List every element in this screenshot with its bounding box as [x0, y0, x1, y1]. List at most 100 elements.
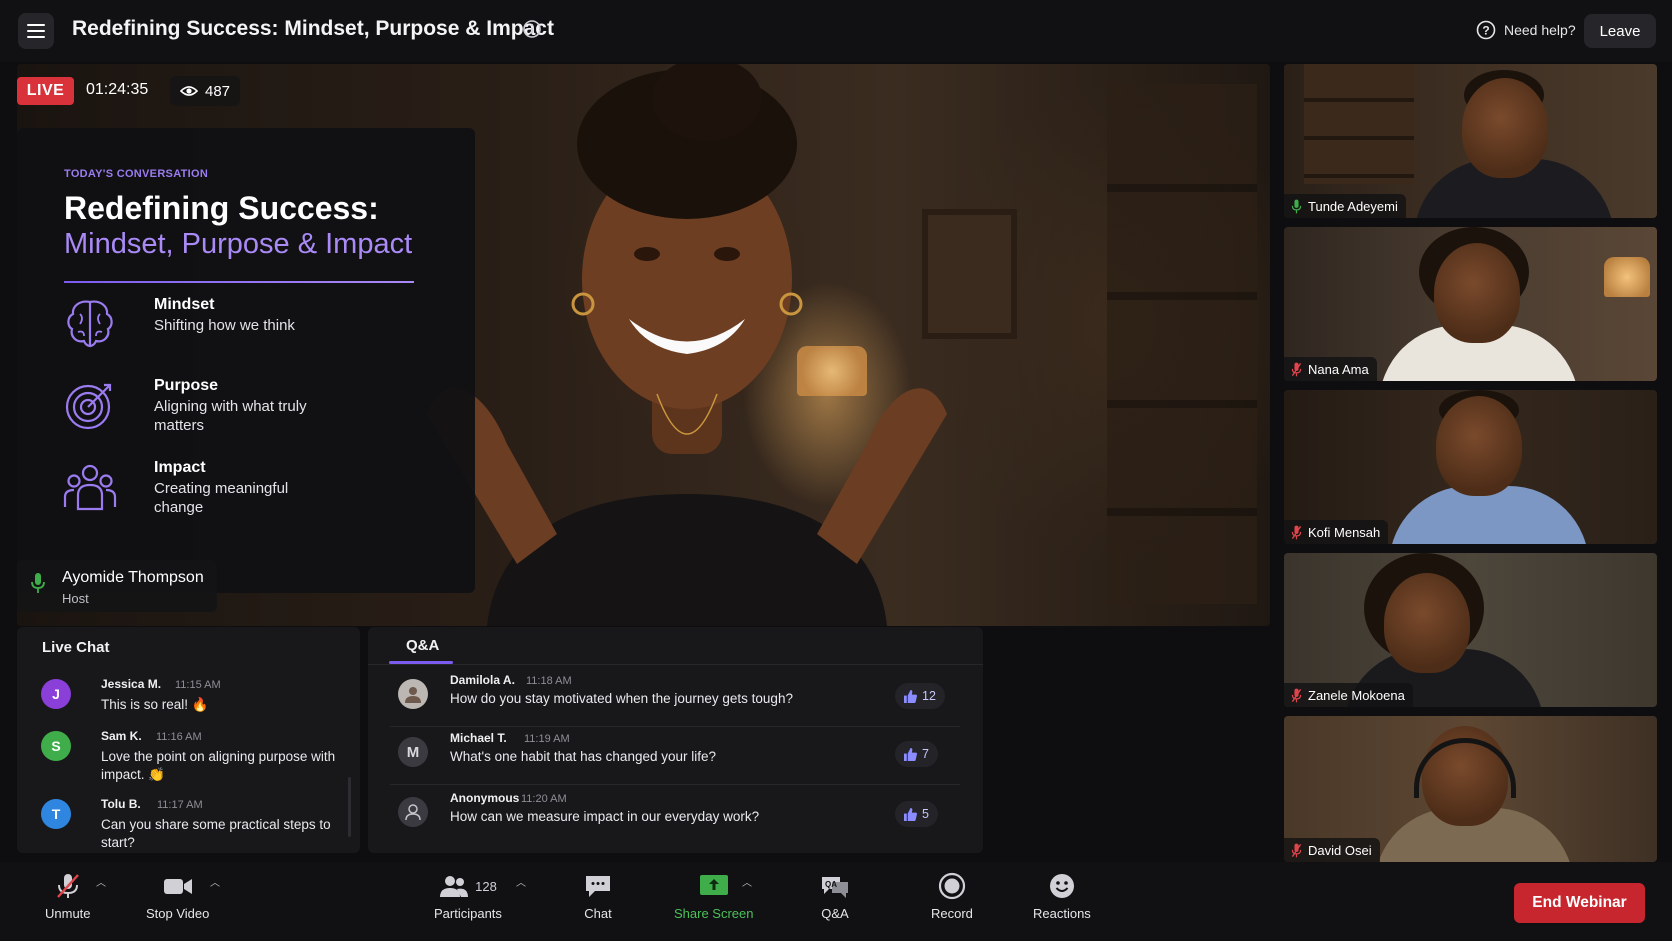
chevron-up-icon[interactable]: ︿	[96, 874, 106, 889]
mic-muted-icon	[1291, 843, 1302, 857]
info-icon[interactable]	[522, 19, 542, 39]
avatar: S	[41, 731, 71, 761]
reactions-button[interactable]: Reactions	[1033, 872, 1091, 921]
qa-button[interactable]: QA Q&A	[820, 872, 850, 921]
pillar-title: Impact	[154, 459, 206, 476]
qa-icon: QA	[822, 877, 848, 898]
participant-tile[interactable]: Nana Ama	[1284, 227, 1657, 381]
chevron-up-icon[interactable]: ︿	[210, 874, 220, 889]
end-webinar-button[interactable]: End Webinar	[1514, 883, 1645, 923]
tile-face	[1434, 243, 1520, 343]
chat-message: S Sam K. 11:16 AM Love the point on alig…	[41, 729, 341, 785]
question-text: What's one habit that has changed your l…	[450, 749, 716, 764]
share-screen-icon	[699, 875, 728, 895]
avatar	[398, 797, 428, 827]
viewer-count-value: 487	[205, 82, 231, 100]
participant-name-tag: Tunde Adeyemi	[1284, 194, 1406, 218]
host-name-tag: Ayomide Thompson Host	[17, 560, 217, 612]
tile-face	[1462, 78, 1548, 178]
qa-question: M Michael T. 11:19 AM What's one habit t…	[390, 727, 960, 785]
participant-name: Zanele Mokoena	[1308, 687, 1405, 703]
chevron-up-icon[interactable]: ︿	[516, 874, 526, 889]
participant-name: Nana Ama	[1308, 361, 1369, 377]
participants-button[interactable]: 128 Participants	[434, 872, 502, 921]
target-icon	[65, 383, 112, 430]
help-icon: ?	[1476, 20, 1496, 40]
question-time: 11:18 AM	[526, 675, 572, 687]
leave-button[interactable]: Leave	[1584, 14, 1656, 48]
stop-video-label: Stop Video	[146, 906, 210, 921]
record-button[interactable]: Record	[931, 872, 973, 921]
chat-time: 11:15 AM	[175, 679, 221, 691]
host-video-figure	[427, 64, 947, 626]
upvote-button[interactable]: 5	[895, 801, 938, 827]
upvote-count: 12	[922, 689, 936, 703]
chat-text: Love the point on aligning purpose with …	[101, 749, 336, 782]
participants-count: 128	[475, 878, 497, 894]
participant-tile[interactable]: David Osei	[1284, 716, 1657, 862]
chat-button[interactable]: Chat	[584, 872, 612, 921]
unmute-label: Unmute	[45, 906, 91, 921]
chat-text: Can you share some practical steps to st…	[101, 817, 331, 850]
live-chat-title: Live Chat	[42, 639, 110, 656]
slide-eyebrow: TODAY'S CONVERSATION	[64, 168, 209, 180]
row-divider	[390, 784, 960, 785]
participant-tile[interactable]: Tunde Adeyemi	[1284, 64, 1657, 218]
pillar-description: Shifting how we think	[154, 317, 295, 334]
participant-tile[interactable]: Kofi Mensah	[1284, 390, 1657, 544]
mic-on-icon	[31, 573, 45, 593]
unmute-button[interactable]: Unmute	[45, 872, 91, 921]
chat-bubble-icon	[586, 876, 610, 897]
chat-author: Tolu B.	[101, 797, 141, 811]
thumbs-up-icon	[904, 689, 917, 703]
mic-muted-icon	[56, 874, 79, 898]
question-text: How can we measure impact in our everyda…	[450, 809, 760, 824]
participant-name: David Osei	[1308, 842, 1372, 858]
svg-text:?: ?	[1482, 24, 1489, 38]
qa-question: Anonymous 11:20 AM How can we measure im…	[390, 787, 960, 845]
upvote-button[interactable]: 12	[895, 683, 945, 709]
tile-face	[1384, 573, 1470, 673]
host-name: Ayomide Thompson	[62, 569, 204, 586]
chat-scrollbar[interactable]	[348, 777, 351, 837]
chevron-up-icon[interactable]: ︿	[742, 874, 752, 889]
help-label: Need help?	[1504, 22, 1576, 38]
qa-panel: Q&A Damilola A. 11:18 AM How do you stay…	[368, 627, 983, 853]
help-link[interactable]: ? Need help?	[1476, 20, 1576, 40]
chat-time: 11:16 AM	[156, 731, 202, 743]
participant-name-tag: Kofi Mensah	[1284, 520, 1389, 544]
chat-label: Chat	[584, 906, 612, 921]
presentation-slide: TODAY'S CONVERSATION Redefining Success:…	[17, 128, 475, 593]
participant-name-tag: David Osei	[1284, 838, 1380, 862]
top-bar: Redefining Success: Mindset, Purpose & I…	[0, 0, 1672, 62]
participant-name-tag: Nana Ama	[1284, 357, 1377, 381]
elapsed-timer: 01:24:35	[86, 81, 149, 98]
avatar	[398, 679, 428, 709]
viewer-count: 487	[170, 76, 241, 106]
participants-icon	[440, 876, 469, 897]
question-time: 11:19 AM	[524, 733, 570, 745]
upvote-button[interactable]: 7	[895, 741, 938, 767]
pillar-title: Mindset	[154, 296, 215, 313]
participant-name: Tunde Adeyemi	[1308, 198, 1398, 214]
avatar: J	[41, 679, 71, 709]
avatar: M	[398, 737, 428, 767]
live-badge: LIVE	[17, 77, 74, 105]
pillar-impact: Impact Creating meaningful change	[62, 459, 422, 531]
webinar-title: Redefining Success: Mindset, Purpose & I…	[72, 17, 554, 40]
tab-qa[interactable]: Q&A	[406, 637, 439, 654]
anonymous-user-icon	[405, 804, 421, 821]
live-chat-panel: Live Chat J Jessica M. 11:15 AM This is …	[17, 627, 360, 853]
thumbs-up-icon	[904, 747, 917, 761]
stop-video-button[interactable]: Stop Video	[146, 872, 209, 921]
menu-button[interactable]	[18, 13, 54, 49]
chat-author: Jessica M.	[101, 677, 162, 691]
background-bookshelf	[1107, 84, 1257, 604]
record-icon	[938, 872, 966, 900]
chat-author: Sam K.	[101, 729, 142, 743]
slide-title: Redefining Success:	[64, 190, 379, 226]
participant-name: Kofi Mensah	[1308, 524, 1381, 540]
pillar-title: Purpose	[154, 377, 219, 394]
question-time: 11:20 AM	[521, 793, 567, 805]
participant-tile[interactable]: Zanele Mokoena	[1284, 553, 1657, 707]
